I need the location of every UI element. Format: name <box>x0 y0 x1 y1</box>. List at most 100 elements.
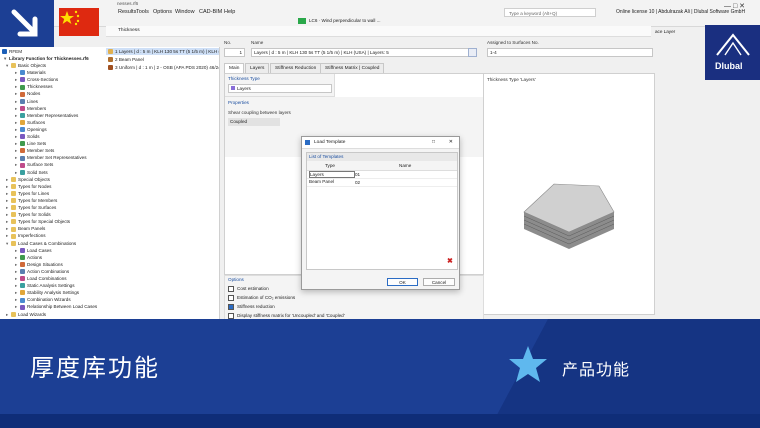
navigator-item[interactable]: ▸ Surfaces <box>15 119 45 126</box>
search-input[interactable]: Type a keyword (Alt+Q) <box>504 8 596 17</box>
navigator-item[interactable]: ▸ Member Representatives <box>15 112 78 119</box>
menu-help[interactable]: Help <box>224 9 235 15</box>
shear-coupling-value[interactable]: Coupled <box>228 118 280 126</box>
navigator-item[interactable]: ▸ Types for Nodes <box>6 183 51 190</box>
navigator-item[interactable]: ▸ Types for Special Objects <box>6 218 70 225</box>
thickness-list-item[interactable]: 2 Beam Panel <box>106 56 219 63</box>
banner-footer-strip <box>0 414 760 428</box>
window-controls-icon[interactable]: — □ ✕ <box>724 2 745 10</box>
menu-options[interactable]: Options <box>153 9 172 15</box>
menu-results[interactable]: Results <box>118 9 136 15</box>
navigator-item[interactable]: ▸ Stability Analysis Settings <box>15 289 79 296</box>
menu-cad-bim[interactable]: CAD-BIM <box>199 9 222 15</box>
modal-titlebar: Load Template □ ✕ <box>302 137 459 149</box>
navigator-item-label: Member Set Representatives <box>27 155 87 161</box>
dlubal-logo: Dlubal <box>705 25 760 80</box>
option-checkbox[interactable] <box>228 294 234 301</box>
thickness-list-item[interactable]: 1 Layers | d : 5 m | KLH 130 5s TT (5 1/… <box>106 48 219 55</box>
navigator-item[interactable]: ▸ Imperfections <box>6 232 46 239</box>
navigator-item-label: Types for Members <box>18 197 58 203</box>
object-icon <box>20 262 25 268</box>
navigator-item[interactable]: ▸ Actions <box>15 254 42 261</box>
navigator-item[interactable]: ▸ Nodes <box>15 90 40 97</box>
navigator-item[interactable]: ▾ Basic Objects <box>6 62 46 69</box>
navigator-item[interactable]: ▸ Beam Panels <box>6 225 45 232</box>
tab-bar: Main Layers Stiffness Reduction Stiffnes… <box>224 63 654 74</box>
navigator-item[interactable]: ▸ Surface Sets <box>15 161 53 168</box>
template-type: Layers <box>309 171 355 178</box>
delete-template-icon[interactable]: ✖ <box>447 257 453 265</box>
navigator-item[interactable]: ▸ Action Combinations <box>15 268 69 275</box>
option-row[interactable]: Stiffness reduction <box>228 303 275 310</box>
template-row[interactable]: Layers 01 <box>307 171 457 179</box>
navigator-item[interactable]: ▸ Types for Lines <box>6 190 49 197</box>
option-row[interactable]: Display stiffness matrix for 'Uncoupled'… <box>228 312 345 319</box>
object-icon <box>20 169 25 175</box>
navigator-item-label: Types for Lines <box>18 190 50 196</box>
thickness-type-select[interactable]: Layers <box>228 84 332 93</box>
option-checkbox[interactable] <box>228 303 234 310</box>
navigator-item[interactable]: ▸ Thicknesses <box>15 83 53 90</box>
option-row[interactable]: Cost estimation <box>228 285 269 292</box>
template-row[interactable]: Beam Panel 02 <box>307 179 457 187</box>
modal-title: Load Template <box>314 140 346 145</box>
navigator-item[interactable]: ▸ Static Analysis Settings <box>15 282 75 289</box>
maximize-icon[interactable]: □ <box>432 137 435 148</box>
navigator-item-label: Types for Special Objects <box>18 219 71 225</box>
thickness-type-label: Thickness Type <box>228 76 260 81</box>
navigator-item[interactable]: ▸ Members <box>15 105 46 112</box>
banner-feature-label: 产品功能 <box>562 360 631 379</box>
navigator-item-label: Cross-Sections <box>27 77 59 83</box>
navigator-item[interactable]: ▸ Solids <box>15 133 40 140</box>
star-icon <box>509 346 547 382</box>
navigator-item[interactable]: ▸ Member Set Representatives <box>15 154 87 161</box>
navigator-file[interactable]: ▾ Library Function for Thicknesses.rf6 <box>4 55 89 62</box>
navigator-item-label: Openings <box>27 126 47 132</box>
object-icon <box>20 70 25 76</box>
close-icon[interactable]: ✕ <box>449 137 453 148</box>
rfem-icon <box>2 49 7 55</box>
navigator-item-label: Surfaces <box>27 119 46 125</box>
option-row[interactable]: Estimation of CO₂ emissions <box>228 294 295 301</box>
navigator-item[interactable]: ▸ Types for Surfaces <box>6 204 56 211</box>
navigator-item[interactable]: ▸ Load Cases <box>15 247 52 254</box>
no-field[interactable]: 1 <box>224 48 245 57</box>
navigator-item[interactable]: ▾ Load Cases & Combinations <box>6 240 76 247</box>
object-icon <box>20 105 25 111</box>
navigator-item[interactable]: ▸ Combination Wizards <box>15 296 71 303</box>
option-checkbox[interactable] <box>228 285 234 292</box>
option-checkbox[interactable] <box>228 312 234 319</box>
navigator-item[interactable]: ▸ Special Objects <box>6 176 50 183</box>
navigator-item[interactable]: ▸ Types for Solids <box>6 211 51 218</box>
navigator-item[interactable]: ▸ Line Sets <box>15 140 46 147</box>
menu-window[interactable]: Window <box>175 9 195 15</box>
navigator-item[interactable]: ▸ Relationship Between Load Cases <box>15 303 97 310</box>
menu-tools[interactable]: Tools <box>136 9 149 15</box>
object-icon <box>20 304 25 310</box>
folder-icon <box>11 311 16 317</box>
assigned-label: Assigned to Surfaces No. <box>487 40 539 45</box>
navigator-item-label: Types for Nodes <box>18 183 52 189</box>
edit-name-icon[interactable] <box>468 48 477 57</box>
navigator-item[interactable]: ▸ Types for Members <box>6 197 57 204</box>
navigator-item-label: Nodes <box>27 91 41 97</box>
name-field[interactable]: Layers | d : 5 m | KLH 130 5s TT (5 1/5 … <box>251 48 477 57</box>
navigator-item[interactable]: ▸ Load Combinations <box>15 275 67 282</box>
navigator-item-label: Stability Analysis Settings <box>27 290 80 296</box>
ok-button[interactable]: OK <box>387 278 418 286</box>
navigator-item[interactable]: ▸ Load Wizards <box>6 311 46 318</box>
navigator-item[interactable]: ▸ Member Sets <box>15 147 54 154</box>
cancel-button[interactable]: Cancel <box>423 278 455 286</box>
assigned-surfaces-field[interactable]: 1-4 <box>487 48 653 57</box>
thickness-list-item[interactable]: 3 Uniform | d : 1 m | 2 - OSB (APA PDS 2… <box>106 64 219 71</box>
navigator-item[interactable]: ▸ Design Situations <box>15 261 63 268</box>
navigator-item[interactable]: ▸ Materials <box>15 69 46 76</box>
navigator-item[interactable]: ▸ Openings <box>15 126 47 133</box>
navigator-item[interactable]: ▸ Lines <box>15 98 38 105</box>
navigator-item[interactable]: ▸ Solid Sets <box>15 169 48 176</box>
thickness-color-icon <box>108 57 113 63</box>
load-case-selector[interactable]: LC6 · Wind perpendicular to wall ... <box>309 18 381 23</box>
navigator-item[interactable]: ▸ Cross-Sections <box>15 76 58 83</box>
template-name: 01 <box>355 172 361 177</box>
navigator-root[interactable]: RFEM <box>2 48 22 55</box>
